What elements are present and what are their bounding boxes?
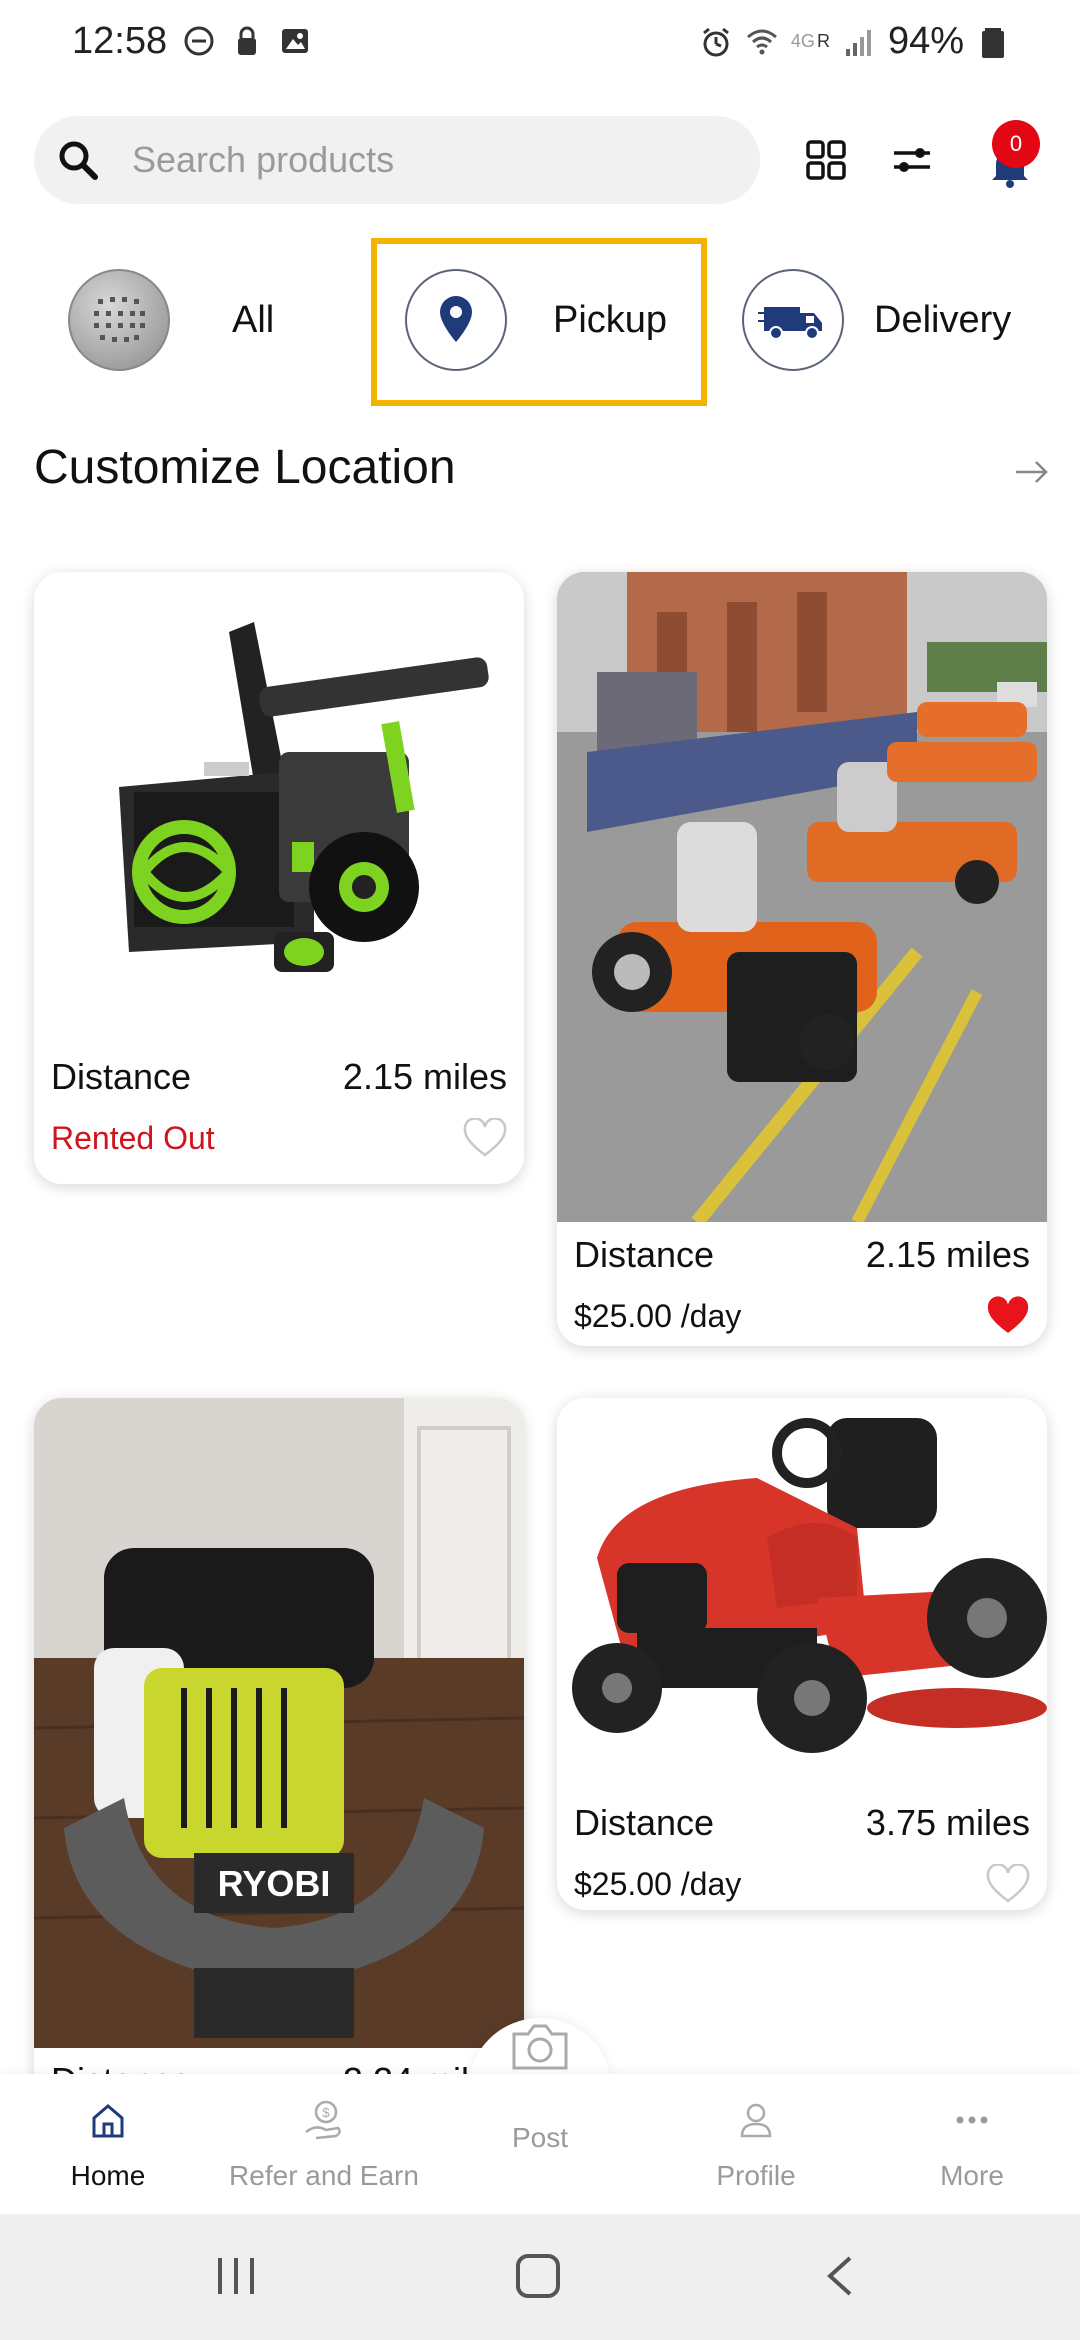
distance-value: 3.75 miles: [865, 1802, 1030, 1843]
arrow-right-icon[interactable]: [1012, 456, 1052, 488]
filter-pickup[interactable]: Pickup: [405, 268, 667, 372]
status-row: Rented Out: [51, 1118, 507, 1158]
system-navigation-bar: [0, 2214, 1080, 2340]
notification-badge: 0: [992, 120, 1040, 168]
product-card[interactable]: RYOBI Distance 2.24 miles: [34, 1398, 524, 2098]
filter-sliders-icon[interactable]: [888, 136, 936, 184]
ryobi-backpack-blower-image: RYOBI: [34, 1398, 524, 2048]
profile-icon: [740, 2103, 772, 2138]
nav-home[interactable]: Home: [8, 2098, 208, 2192]
notifications-button[interactable]: 0: [978, 120, 1048, 190]
heart-filled-icon[interactable]: [986, 1296, 1030, 1336]
product-card[interactable]: Distance 2.15 miles Rented Out: [34, 572, 524, 1184]
nav-home-label: Home: [70, 2160, 146, 2191]
distance-row: Distance 2.15 miles: [574, 1234, 1030, 1276]
product-card[interactable]: Distance 3.75 miles $25.00 /day: [557, 1398, 1047, 1910]
product-card[interactable]: Distance 2.15 miles $25.00 /day: [557, 572, 1047, 1346]
red-lawn-tractor-image: [557, 1398, 1047, 1788]
status-bar: 12:58 4G R 94%: [0, 0, 1080, 86]
battery-percent: 94%: [887, 20, 964, 62]
snow-blower-image: [34, 572, 524, 1042]
price-label: $25.00 /day: [574, 1297, 742, 1334]
home-icon: [92, 2104, 124, 2138]
filter-pickup-label: Pickup: [553, 298, 668, 341]
nav-more-label: More: [940, 2160, 1004, 2191]
svg-text:$: $: [322, 2105, 330, 2120]
filter-delivery-label: Delivery: [874, 298, 1012, 341]
status-right-icons: 4G R 94%: [699, 20, 1010, 63]
wifi-icon: [746, 29, 777, 54]
grid-globe-icon: [68, 269, 170, 371]
recent-apps-icon[interactable]: [212, 2254, 260, 2298]
bottom-nav: Home $ Refer and Earn Post Profile More: [0, 2024, 1080, 2214]
search-bar[interactable]: [34, 116, 760, 204]
signal-icon: [845, 29, 871, 56]
location-pin-icon: [405, 269, 507, 371]
distance-label: Distance: [51, 1056, 192, 1097]
lock-icon: [238, 26, 256, 55]
nav-more[interactable]: More: [872, 2098, 1072, 2192]
search-icon[interactable]: [56, 138, 100, 182]
distance-label: Distance: [574, 1234, 715, 1275]
riding-mowers-image: [557, 572, 1047, 1222]
distance-value: 2.15 miles: [865, 1234, 1030, 1275]
distance-row: Distance 3.75 miles: [574, 1802, 1030, 1844]
search-input[interactable]: [132, 116, 732, 204]
section-title: Customize Location: [34, 441, 456, 494]
heart-outline-icon[interactable]: [986, 1864, 1030, 1904]
filter-all-label: All: [232, 298, 275, 341]
nav-refer-earn-label: Refer and Earn: [229, 2160, 419, 2191]
do-not-disturb-icon: [184, 26, 214, 56]
heart-outline-icon[interactable]: [463, 1118, 507, 1158]
battery-icon: [982, 27, 1004, 58]
nav-profile[interactable]: Profile: [656, 2098, 856, 2192]
nav-post[interactable]: Post: [440, 2018, 640, 2154]
price-label: $25.00 /day: [574, 1865, 742, 1902]
status-time: 12:58: [72, 20, 168, 62]
distance-label: Distance: [574, 1802, 715, 1843]
status-left-icons: [182, 24, 312, 58]
network-type: 4G: [790, 31, 815, 51]
distance-value: 2.15 miles: [342, 1056, 507, 1097]
roaming-indicator: R: [816, 31, 830, 51]
price-row: $25.00 /day: [574, 1296, 1030, 1336]
back-icon[interactable]: [822, 2252, 858, 2300]
distance-row: Distance 2.15 miles: [51, 1056, 507, 1098]
price-row: $25.00 /day: [574, 1864, 1030, 1904]
refer-earn-icon: $: [305, 2100, 341, 2140]
image-icon: [282, 29, 308, 53]
more-dots-icon: [956, 2116, 988, 2124]
delivery-truck-icon: [742, 269, 844, 371]
filter-delivery[interactable]: Delivery: [742, 268, 1011, 372]
alarm-icon: [702, 27, 729, 56]
svg-text:RYOBI: RYOBI: [218, 1863, 331, 1904]
filter-all[interactable]: All: [68, 268, 274, 372]
rented-out-label: Rented Out: [51, 1119, 215, 1156]
home-system-icon[interactable]: [514, 2252, 562, 2300]
nav-profile-label: Profile: [716, 2160, 796, 2191]
camera-icon: [512, 2024, 568, 2070]
nav-refer-earn[interactable]: $ Refer and Earn: [224, 2098, 424, 2192]
nav-post-label: Post: [511, 2122, 569, 2153]
grid-view-icon[interactable]: [802, 136, 850, 184]
